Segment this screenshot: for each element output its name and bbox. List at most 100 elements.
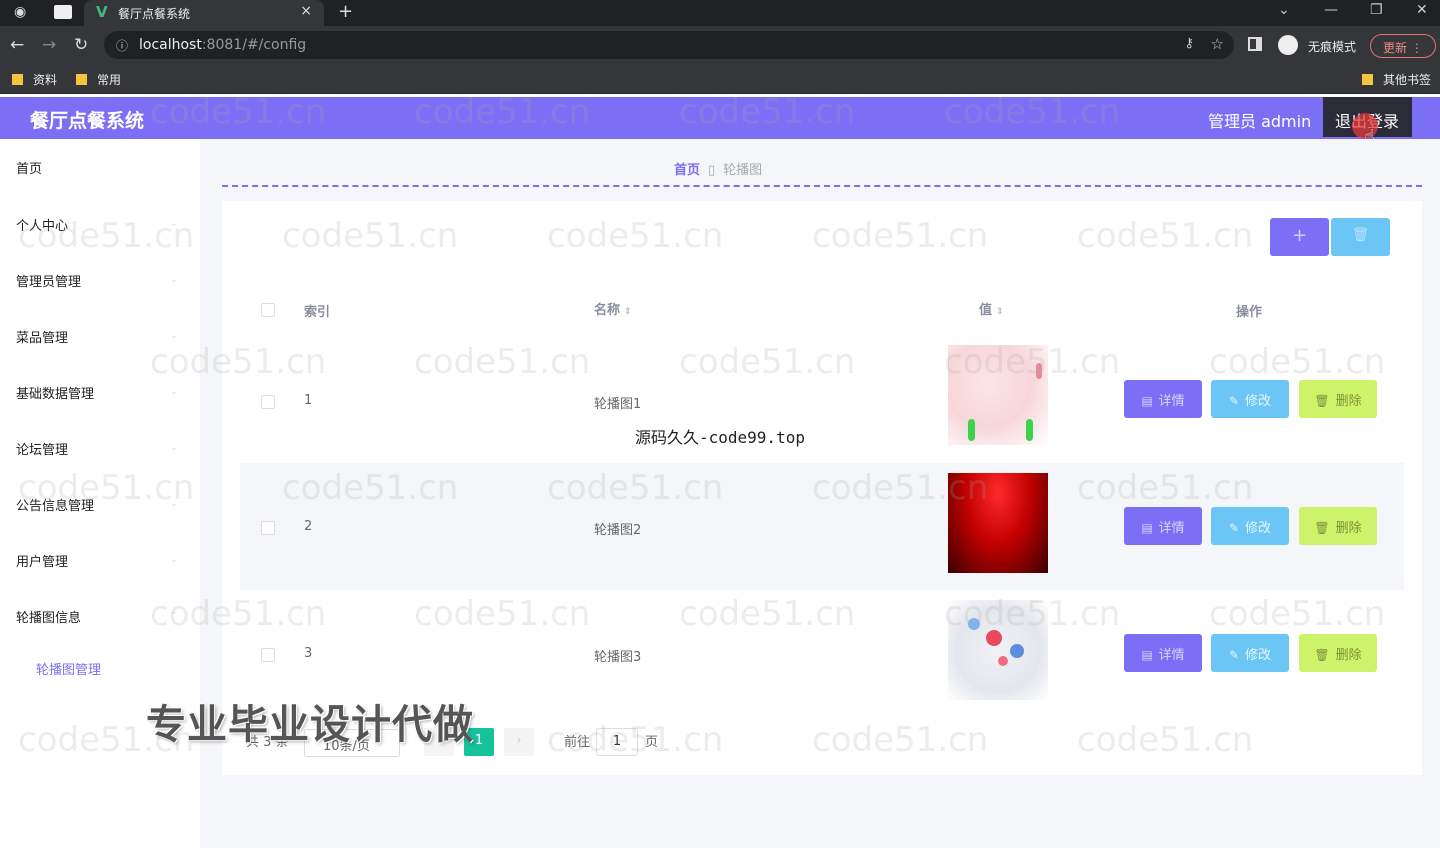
update-button[interactable]: 更新 ⋮ (1370, 34, 1436, 58)
row-name: 轮播图3 (594, 650, 642, 665)
goto-prefix: 前往 (564, 735, 591, 750)
password-key-icon[interactable]: ⚷ (1184, 36, 1194, 51)
trash-icon: 🗑 (1314, 648, 1330, 662)
chevron-up-icon: ⌃ (170, 611, 178, 621)
delete-button[interactable]: 🗑 删除 (1299, 507, 1377, 545)
detail-button[interactable]: ▤ 详情 (1124, 634, 1202, 672)
column-header-value[interactable]: 值 ⇕ (979, 299, 1004, 318)
promo-banner-text: 专业毕业设计代做 (146, 702, 474, 748)
goto-page-input[interactable]: 1 (596, 728, 638, 756)
carousel-thumbnail[interactable] (948, 473, 1048, 573)
browser-tab-bar: ◉ V 餐厅点餐系统 × + ⌄ — ❐ ✕ (0, 0, 1440, 26)
sidebar-item-admin-management[interactable]: 管理员管理 (16, 271, 81, 290)
chevron-down-icon: ⌄ (170, 443, 178, 453)
app-header: 餐厅点餐系统 管理员 admin 退出登录 (0, 97, 1440, 139)
browser-menu-icon[interactable]: ◉ (14, 4, 32, 22)
bookmark-star-icon[interactable]: ☆ (1211, 35, 1224, 53)
table-card: + 🗑 索引 名称 ⇕ 值 ⇕ 操作 1 轮播图1 ▤ 详情 ✎ 修改 🗑 删除 2 轮播… (222, 201, 1422, 775)
document-icon: ▤ (1141, 521, 1153, 535)
bookmark-folder-common[interactable]: 常用 (76, 71, 121, 88)
breadcrumb: 首页 ▯ 轮播图 (674, 159, 762, 178)
chevron-down-icon: ⌄ (170, 219, 178, 229)
sidebar-item-forum[interactable]: 论坛管理 (16, 439, 68, 458)
url-field[interactable]: ⓘ localhost:8081/#/config ⚷ ☆ (104, 31, 1234, 59)
chevron-down-icon: ⌄ (170, 499, 178, 509)
folder-icon (12, 74, 23, 85)
sidebar-item-notice[interactable]: 公告信息管理 (16, 495, 94, 514)
edit-button[interactable]: ✎ 修改 (1211, 634, 1289, 672)
row-name: 轮播图1 (594, 397, 642, 412)
tab-close-icon[interactable]: × (300, 3, 312, 19)
admin-user-label: 管理员 admin (1208, 112, 1312, 131)
tab-list-icon[interactable]: ⌄ (1278, 2, 1290, 18)
reload-icon[interactable]: ↻ (74, 35, 88, 55)
carousel-thumbnail[interactable] (948, 600, 1048, 700)
column-header-actions: 操作 (1236, 305, 1263, 320)
divider (222, 185, 1422, 187)
forward-icon[interactable]: → (42, 35, 56, 55)
close-window-icon[interactable]: ✕ (1416, 2, 1428, 18)
sidebar-item-users[interactable]: 用户管理 (16, 551, 68, 570)
sort-icon[interactable]: ⇕ (624, 307, 632, 317)
chevron-down-icon: ⌄ (170, 555, 178, 565)
column-header-index: 索引 (304, 305, 331, 320)
row-checkbox[interactable] (261, 648, 275, 662)
sidebar-item-carousel-info[interactable]: 轮播图信息 (16, 607, 81, 626)
delete-button[interactable]: 🗑 删除 (1299, 380, 1377, 418)
document-icon: ▤ (1141, 648, 1153, 662)
incognito-label: 无痕模式 (1308, 40, 1357, 54)
next-page-button[interactable]: › (504, 728, 534, 756)
back-icon[interactable]: ← (10, 35, 24, 55)
table-row: 1 轮播图1 ▤ 详情 ✎ 修改 🗑 删除 (240, 337, 1404, 464)
row-checkbox[interactable] (261, 521, 275, 535)
chevron-down-icon: ⌄ (170, 275, 178, 285)
goto-suffix: 页 (645, 735, 659, 750)
update-label: 更新 (1383, 41, 1408, 55)
row-checkbox[interactable] (261, 395, 275, 409)
row-index: 3 (304, 646, 313, 661)
batch-delete-button[interactable]: 🗑 (1331, 218, 1390, 256)
sidebar-subitem-carousel-management[interactable]: 轮播图管理 (36, 659, 101, 678)
sidebar-item-personal-center[interactable]: 个人中心 (16, 215, 68, 234)
tab-title: 餐厅点餐系统 (118, 7, 191, 21)
carousel-thumbnail[interactable] (948, 345, 1048, 445)
minimize-icon[interactable]: — (1324, 2, 1338, 18)
sidebar-item-dish-management[interactable]: 菜品管理 (16, 327, 68, 346)
restore-icon[interactable]: ❐ (1370, 2, 1383, 18)
bookmark-folder-resources[interactable]: 资料 (12, 71, 57, 88)
incognito-icon[interactable] (1278, 35, 1298, 55)
edit-button[interactable]: ✎ 修改 (1211, 507, 1289, 545)
chevron-down-icon: ⌄ (170, 331, 178, 341)
breadcrumb-home[interactable]: 首页 (674, 163, 700, 178)
plus-icon: + (1291, 225, 1308, 246)
detail-button[interactable]: ▤ 详情 (1124, 380, 1202, 418)
side-panel-icon[interactable] (1248, 37, 1262, 51)
source-overlay-text: 源码久久-code99.top (635, 428, 805, 447)
folder-icon (1362, 74, 1373, 85)
row-index: 1 (304, 393, 313, 408)
chevron-down-icon: ⌄ (170, 387, 178, 397)
breadcrumb-current: 轮播图 (723, 163, 763, 178)
folder-icon (76, 74, 87, 85)
edit-button[interactable]: ✎ 修改 (1211, 380, 1289, 418)
vue-favicon-icon: V (96, 3, 108, 21)
sort-icon[interactable]: ⇕ (996, 307, 1004, 317)
sidebar-item-basic-data[interactable]: 基础数据管理 (16, 383, 94, 402)
app-title: 餐厅点餐系统 (30, 110, 145, 132)
detail-button[interactable]: ▤ 详情 (1124, 507, 1202, 545)
select-all-checkbox[interactable] (261, 303, 275, 317)
trash-icon: 🗑 (1314, 394, 1330, 408)
bookmark-folder-other[interactable]: 其他书签 (1362, 71, 1431, 88)
delete-button[interactable]: 🗑 删除 (1299, 634, 1377, 672)
browser-address-bar: ← → ↻ ⓘ localhost:8081/#/config ⚷ ☆ 无痕模式… (0, 26, 1440, 64)
sidebar-item-home[interactable]: 首页 (16, 158, 42, 177)
column-header-name[interactable]: 名称 ⇕ (594, 299, 632, 318)
bookmarks-bar: 资料 常用 其他书签 (0, 64, 1440, 94)
tab-search-icon[interactable] (54, 5, 72, 19)
pencil-icon: ✎ (1228, 521, 1240, 535)
row-index: 2 (304, 519, 313, 534)
new-tab-icon[interactable]: + (338, 1, 353, 22)
site-info-icon[interactable]: ⓘ (116, 37, 128, 54)
browser-tab[interactable]: V 餐厅点餐系统 × (84, 0, 324, 26)
add-button[interactable]: + (1270, 218, 1329, 256)
